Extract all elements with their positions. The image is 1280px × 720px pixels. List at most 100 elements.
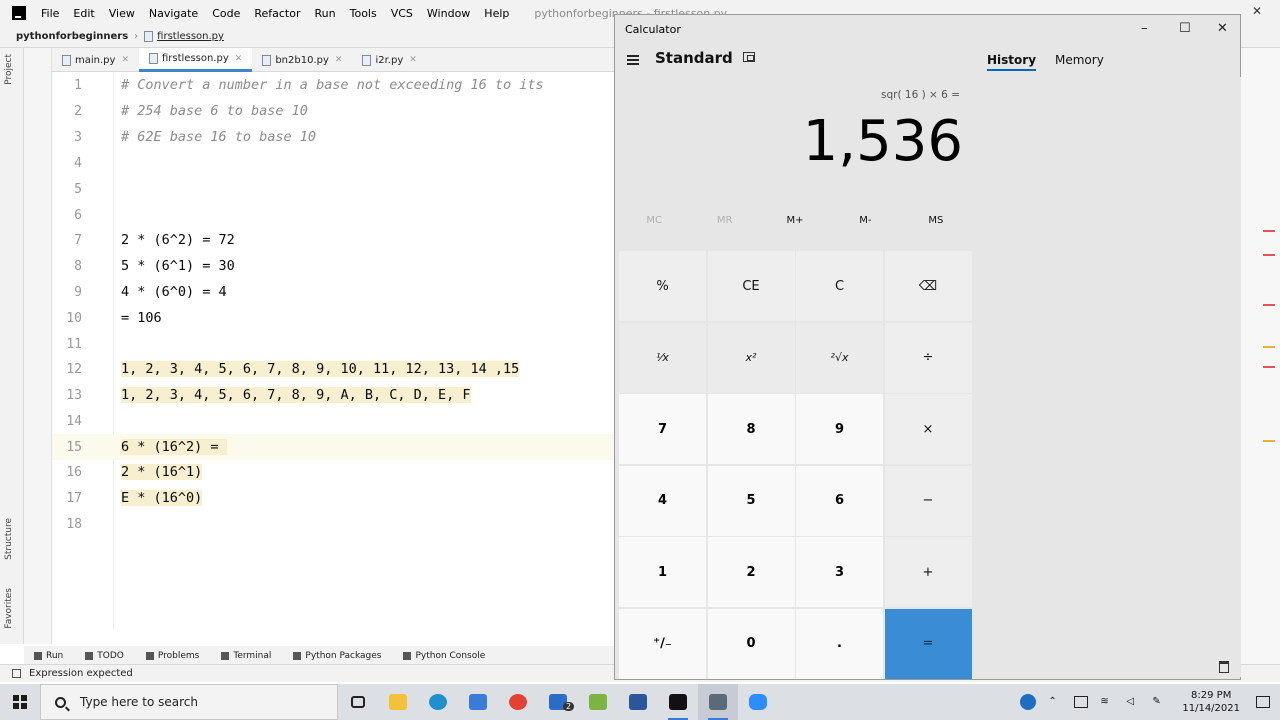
clear-entry-button[interactable]: CE bbox=[707, 251, 795, 321]
backspace-button[interactable]: ⌫ bbox=[884, 251, 972, 321]
code-text[interactable]: = 106 bbox=[121, 310, 162, 326]
minimize-icon[interactable]: – bbox=[1141, 21, 1148, 36]
code-editor[interactable]: 1 # Convert a number in a base not exceed… bbox=[52, 72, 614, 628]
code-text[interactable]: # 254 base 6 to base 10 bbox=[121, 103, 308, 119]
code-text[interactable]: 1, 2, 3, 4, 5, 6, 7, 8, 9, A, B, C, D, E… bbox=[121, 387, 471, 403]
tab-close-icon[interactable]: ✕ bbox=[409, 55, 417, 65]
taskbar-search[interactable]: Type here to search bbox=[40, 684, 338, 720]
digit-4-button[interactable]: 4 bbox=[619, 465, 706, 536]
clock[interactable]: 8:29 PM 11/14/2021 bbox=[1182, 689, 1240, 715]
menu-view[interactable]: View bbox=[102, 7, 142, 20]
code-text[interactable]: 5 * (6^1) = 30 bbox=[121, 258, 235, 274]
menu-file[interactable]: File bbox=[34, 7, 66, 20]
project-tool-tab[interactable]: Project bbox=[4, 54, 14, 85]
wifi-icon[interactable]: ≋ bbox=[1100, 696, 1114, 708]
task-view-button[interactable] bbox=[338, 684, 378, 720]
tab-close-icon[interactable]: ✕ bbox=[235, 54, 243, 64]
tab-close-icon[interactable]: ✕ bbox=[121, 55, 129, 65]
digit-7-button[interactable]: 7 bbox=[619, 394, 706, 464]
code-text[interactable]: 2 * (16^1) bbox=[121, 464, 203, 480]
negate-button[interactable]: ⁺∕₋ bbox=[619, 608, 706, 679]
digit-9-button[interactable]: 9 bbox=[796, 394, 883, 464]
favorites-tool-tab[interactable]: Favorites bbox=[4, 588, 14, 629]
tab-memory[interactable]: Memory bbox=[1055, 53, 1104, 67]
code-text[interactable]: 1, 2, 3, 4, 5, 6, 7, 8, 9, 10, 11, 12, 1… bbox=[121, 361, 520, 377]
digit-5-button[interactable]: 5 bbox=[707, 465, 795, 536]
menu-help[interactable]: Help bbox=[477, 7, 516, 20]
menu-tools[interactable]: Tools bbox=[343, 7, 384, 20]
divide-button[interactable]: ÷ bbox=[884, 322, 972, 393]
trash-icon[interactable] bbox=[1219, 661, 1229, 673]
digit-2-button[interactable]: 2 bbox=[707, 537, 795, 607]
ide-close-icon[interactable]: ✕ bbox=[1252, 4, 1262, 18]
terminal-tool-button[interactable]: Terminal bbox=[221, 651, 271, 661]
menu-run[interactable]: Run bbox=[308, 7, 343, 20]
digit-1-button[interactable]: 1 bbox=[619, 537, 706, 607]
menu-refactor[interactable]: Refactor bbox=[247, 7, 307, 20]
error-marker[interactable] bbox=[1263, 304, 1275, 306]
digit-8-button[interactable]: 8 bbox=[707, 394, 795, 464]
m-plus-button[interactable]: M+ bbox=[760, 215, 830, 239]
code-text[interactable]: 4 * (6^0) = 4 bbox=[121, 284, 227, 300]
chevron-up-icon[interactable]: ⌃ bbox=[1048, 696, 1062, 708]
code-text[interactable]: # 62E base 16 to base 10 bbox=[121, 129, 316, 145]
equals-button[interactable]: = bbox=[884, 608, 972, 679]
keep-on-top-icon[interactable] bbox=[743, 52, 755, 62]
file-explorer-button[interactable] bbox=[378, 684, 418, 720]
square-root-button[interactable]: ²√x bbox=[796, 322, 883, 393]
start-button[interactable] bbox=[0, 684, 40, 720]
structure-tool-tab[interactable]: Structure bbox=[4, 518, 14, 560]
digit-6-button[interactable]: 6 bbox=[796, 465, 883, 536]
pen-icon[interactable]: ✎ bbox=[1152, 696, 1166, 708]
clear-button[interactable]: C bbox=[796, 251, 883, 321]
mc-button[interactable]: MC bbox=[619, 215, 689, 239]
digit-0-button[interactable]: 0 bbox=[707, 608, 795, 679]
code-text[interactable]: # Convert a number in a base not exceedi… bbox=[121, 77, 544, 93]
menu-vcs[interactable]: VCS bbox=[384, 7, 420, 20]
battery-icon[interactable] bbox=[1074, 696, 1089, 708]
tab-history[interactable]: History bbox=[987, 53, 1037, 71]
word-button[interactable] bbox=[618, 684, 658, 720]
tab-i2r-py[interactable]: i2r.py ✕ bbox=[352, 48, 426, 72]
reciprocal-button[interactable]: ¹⁄x bbox=[619, 322, 706, 393]
todo-tool-button[interactable]: TODO bbox=[85, 651, 124, 661]
error-marker[interactable] bbox=[1263, 230, 1275, 232]
m-minus-button[interactable]: M- bbox=[830, 215, 900, 239]
square-button[interactable]: x² bbox=[707, 322, 795, 393]
notepadpp-button[interactable] bbox=[578, 684, 618, 720]
python-console-tool-button[interactable]: Python Console bbox=[403, 651, 485, 661]
error-marker[interactable] bbox=[1263, 254, 1275, 256]
menu-edit[interactable]: Edit bbox=[66, 7, 101, 20]
code-text[interactable]: 6 * (16^2) = bbox=[121, 439, 227, 455]
breadcrumb-project[interactable]: pythonforbeginners bbox=[16, 31, 128, 42]
menu-code[interactable]: Code bbox=[205, 7, 247, 20]
tab-firstlesson-py[interactable]: firstlesson.py ✕ bbox=[138, 48, 253, 72]
code-text[interactable]: 2 * (6^2) = 72 bbox=[121, 232, 235, 248]
decimal-button[interactable]: . bbox=[796, 608, 883, 679]
warning-marker[interactable] bbox=[1263, 440, 1275, 442]
chrome-button[interactable] bbox=[498, 684, 538, 720]
multiply-button[interactable]: × bbox=[884, 394, 972, 464]
code-text[interactable]: E * (16^0) bbox=[121, 490, 203, 506]
mail-button[interactable]: 2 bbox=[538, 684, 578, 720]
python-packages-tool-button[interactable]: Python Packages bbox=[293, 651, 381, 661]
error-marker[interactable] bbox=[1263, 366, 1275, 368]
maximize-icon[interactable]: ☐ bbox=[1179, 21, 1191, 36]
notifications-icon[interactable] bbox=[1256, 696, 1270, 708]
warning-marker[interactable] bbox=[1263, 346, 1275, 348]
pycharm-button[interactable] bbox=[658, 684, 698, 720]
percent-button[interactable]: % bbox=[619, 251, 706, 321]
tab-main-py[interactable]: main.py ✕ bbox=[52, 48, 139, 72]
subtract-button[interactable]: − bbox=[884, 465, 972, 536]
close-icon[interactable]: ✕ bbox=[1217, 21, 1228, 36]
calculator-taskbar-button[interactable] bbox=[698, 684, 738, 720]
breadcrumb-file[interactable]: firstlesson.py bbox=[157, 31, 224, 42]
menu-navigate[interactable]: Navigate bbox=[142, 7, 205, 20]
zoom-button[interactable] bbox=[738, 684, 778, 720]
digit-3-button[interactable]: 3 bbox=[796, 537, 883, 607]
status-square-icon[interactable] bbox=[12, 669, 21, 678]
run-tool-button[interactable]: Run bbox=[34, 651, 63, 661]
help-icon[interactable] bbox=[1020, 694, 1037, 710]
add-button[interactable]: + bbox=[884, 537, 972, 607]
store-button[interactable] bbox=[458, 684, 498, 720]
